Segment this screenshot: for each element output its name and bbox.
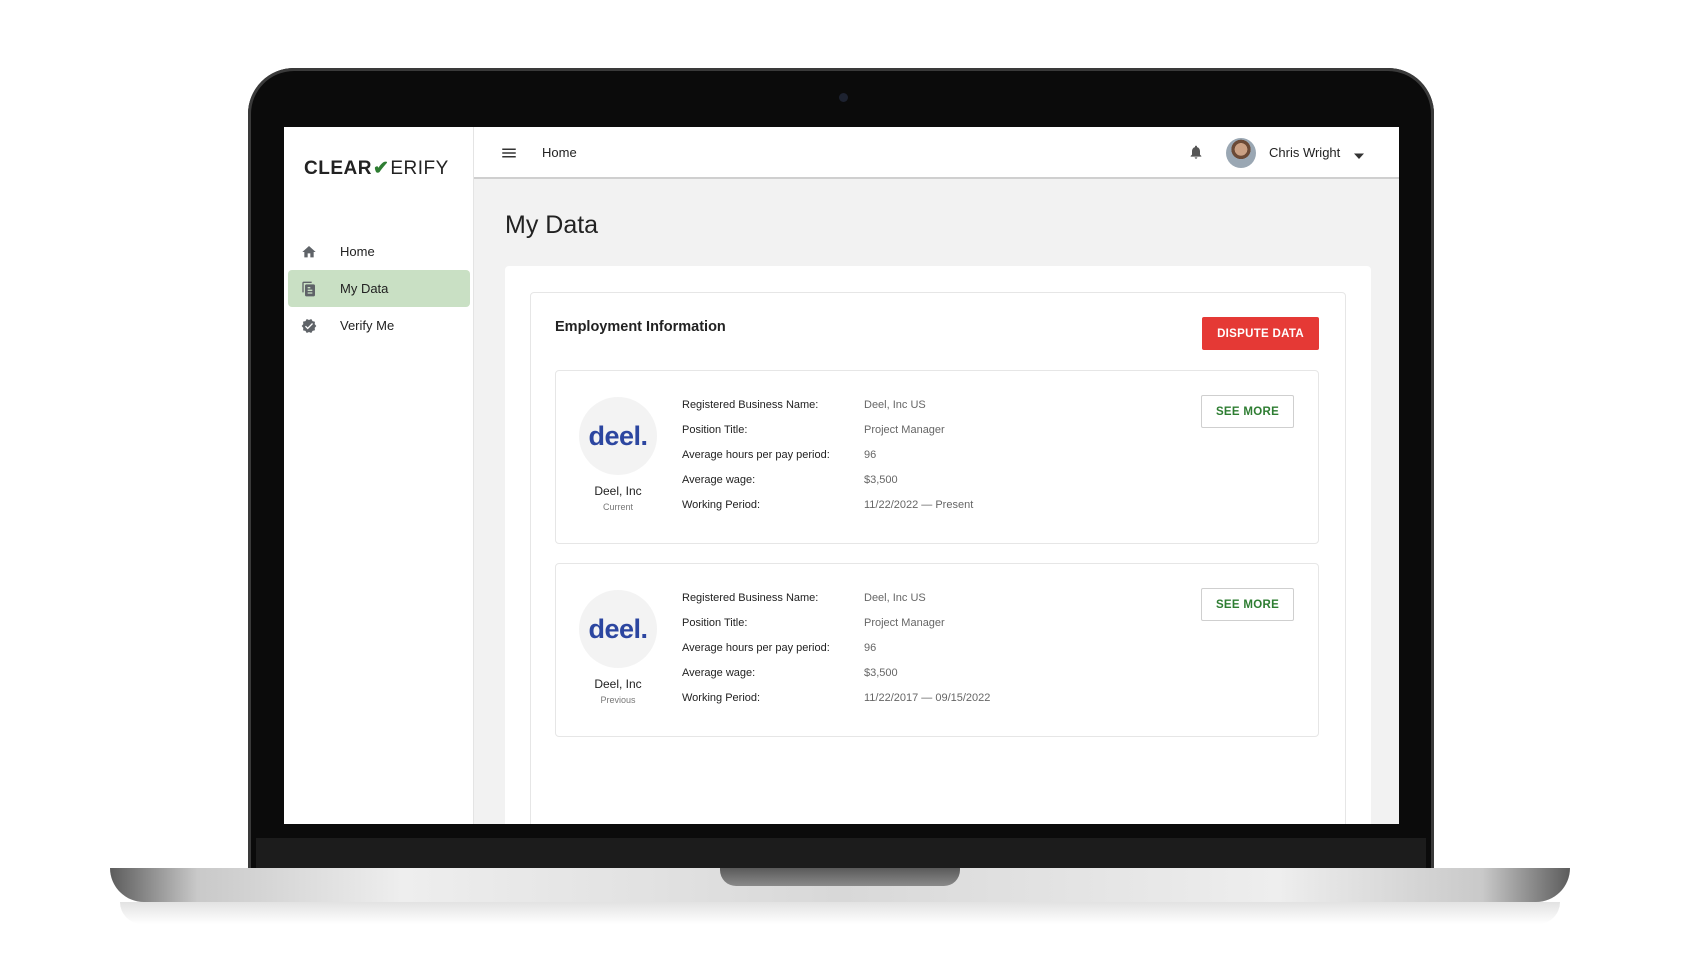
verified-badge-icon	[300, 317, 318, 335]
field-value: 11/22/2022 — Present	[864, 499, 974, 511]
field-label: Working Period:	[682, 692, 761, 704]
field-row: Working Period: 11/22/2022 — Present	[682, 499, 973, 524]
laptop-mockup: CLEAR✔ERIFY Home My Data Verify Me Home …	[0, 0, 1689, 964]
laptop-shadow	[120, 902, 1560, 924]
avatar[interactable]	[1226, 138, 1256, 168]
sidebar-item-label: My Data	[340, 281, 389, 296]
page-title: My Data	[505, 211, 599, 239]
field-label: Average wage:	[682, 474, 756, 486]
field-row: Working Period: 11/22/2017 — 09/15/2022	[682, 692, 990, 717]
field-row: Average hours per pay period: 96	[682, 449, 973, 474]
chevron-down-icon[interactable]	[1354, 148, 1364, 159]
employment-title: Employment Information	[555, 319, 726, 335]
employment-card: Employment Information DISPUTE DATA deel…	[530, 292, 1346, 824]
field-value: 11/22/2017 — 09/15/2022	[864, 692, 991, 704]
field-value: Project Manager	[864, 617, 945, 629]
field-label: Position Title:	[682, 424, 748, 436]
field-row: Registered Business Name: Deel, Inc US	[682, 399, 973, 424]
employment-record-current: deel. Deel, Inc Current Registered Busin…	[555, 370, 1319, 544]
employment-record-previous: deel. Deel, Inc Previous Registered Busi…	[555, 563, 1319, 737]
employment-status: Previous	[600, 695, 636, 705]
laptop-hinge	[256, 838, 1426, 868]
field-label: Working Period:	[682, 499, 761, 511]
breadcrumb[interactable]: Home	[542, 145, 577, 160]
app-logo[interactable]: CLEAR✔ERIFY	[304, 157, 449, 180]
logo-text-erify: ERIFY	[390, 158, 449, 179]
field-value: Deel, Inc US	[864, 399, 926, 411]
field-row: Position Title: Project Manager	[682, 617, 990, 642]
content-panel: Employment Information DISPUTE DATA deel…	[505, 266, 1371, 824]
field-row: Average hours per pay period: 96	[682, 642, 990, 667]
see-more-button[interactable]: SEE MORE	[1201, 588, 1294, 621]
field-label: Registered Business Name:	[682, 399, 819, 411]
field-label: Registered Business Name:	[682, 592, 819, 604]
field-row: Position Title: Project Manager	[682, 424, 973, 449]
sidebar-item-label: Verify Me	[340, 318, 395, 333]
field-label: Average wage:	[682, 667, 756, 679]
user-name[interactable]: Chris Wright	[1269, 145, 1340, 160]
hamburger-menu-icon[interactable]	[500, 144, 518, 162]
sidebar-item-label: Home	[340, 244, 375, 259]
sidebar-item-my-data[interactable]: My Data	[288, 270, 470, 307]
field-row: Registered Business Name: Deel, Inc US	[682, 592, 990, 617]
checkmark-icon: ✔	[372, 158, 390, 179]
company-logo: deel.	[579, 590, 657, 668]
field-label: Position Title:	[682, 617, 748, 629]
sidebar-nav: Home My Data Verify Me	[288, 233, 470, 344]
notification-bell-icon[interactable]	[1188, 144, 1206, 162]
camera-dot	[839, 93, 848, 102]
company-logo: deel.	[579, 397, 657, 475]
field-value: Deel, Inc US	[864, 592, 926, 604]
field-label: Average hours per pay period:	[682, 642, 830, 654]
top-bar: Home Chris Wright	[474, 127, 1399, 179]
company-name: Deel, Inc	[594, 484, 642, 498]
document-icon	[300, 280, 318, 298]
field-value: Project Manager	[864, 424, 945, 436]
sidebar-item-home[interactable]: Home	[288, 233, 470, 270]
logo-text-clear: CLEAR	[304, 158, 372, 179]
home-icon	[300, 243, 318, 261]
field-row: Average wage: $3,500	[682, 474, 973, 499]
employment-fields: Registered Business Name: Deel, Inc US P…	[682, 592, 990, 717]
field-value: 96	[864, 449, 877, 461]
company-name: Deel, Inc	[594, 677, 642, 691]
field-row: Average wage: $3,500	[682, 667, 990, 692]
see-more-button[interactable]: SEE MORE	[1201, 395, 1294, 428]
field-label: Average hours per pay period:	[682, 449, 830, 461]
field-value: 96	[864, 642, 877, 654]
field-value: $3,500	[864, 474, 898, 486]
dispute-data-button[interactable]: DISPUTE DATA	[1202, 317, 1319, 350]
field-value: $3,500	[864, 667, 898, 679]
employment-fields: Registered Business Name: Deel, Inc US P…	[682, 399, 973, 524]
employment-status: Current	[602, 502, 633, 512]
sidebar: CLEAR✔ERIFY Home My Data Verify Me	[284, 127, 474, 824]
laptop-notch	[720, 868, 960, 886]
sidebar-item-verify-me[interactable]: Verify Me	[288, 307, 470, 344]
app-screen: CLEAR✔ERIFY Home My Data Verify Me Home …	[284, 127, 1399, 824]
